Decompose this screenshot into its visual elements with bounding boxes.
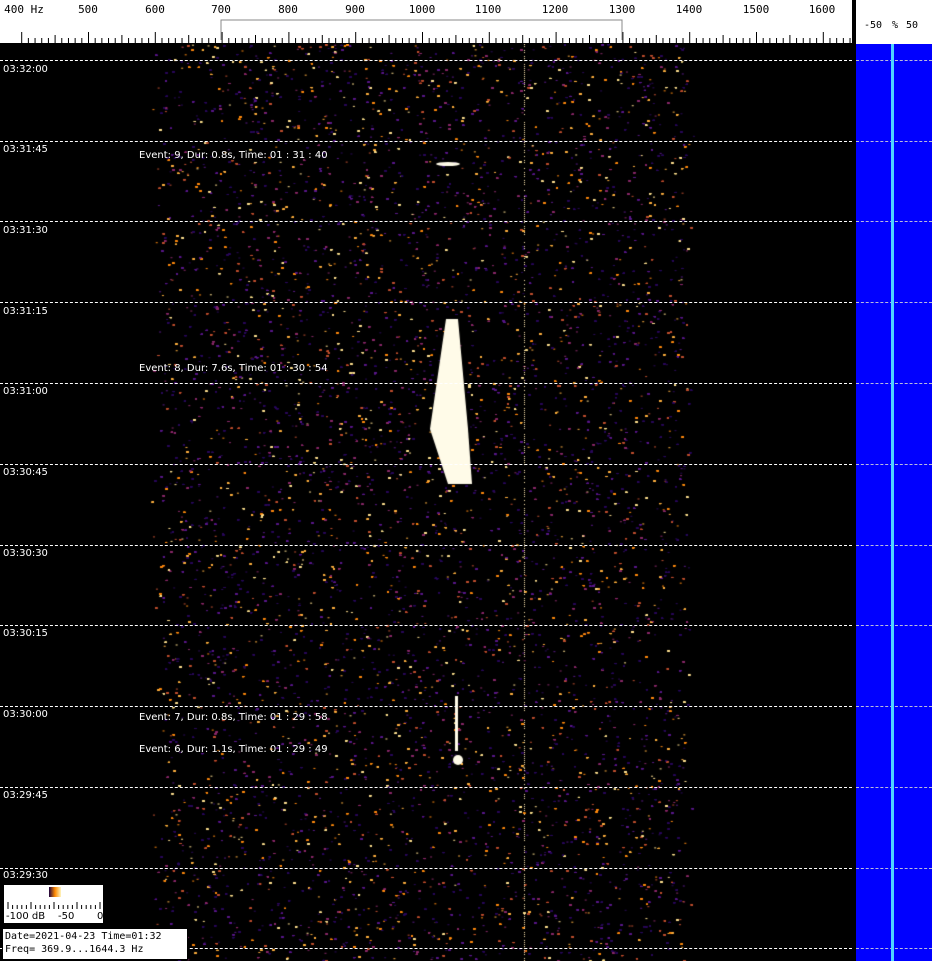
freq-label: 1600 bbox=[808, 3, 836, 16]
level-panel-header: -50 % 50 bbox=[856, 0, 932, 44]
time-label: 03:31:00 bbox=[3, 386, 48, 397]
info-box: Date=2021-04-23 Time=01:32 Freq= 369.9..… bbox=[2, 928, 188, 960]
time-label: 03:30:15 bbox=[3, 628, 48, 639]
time-gridline bbox=[0, 787, 852, 788]
level-panel bbox=[856, 44, 932, 961]
time-label: 03:32:00 bbox=[3, 64, 48, 75]
legend-mid: -50 bbox=[58, 911, 75, 922]
time-label: 03:30:45 bbox=[3, 467, 48, 478]
time-gridline bbox=[0, 141, 852, 142]
level-gridline bbox=[856, 60, 932, 61]
freq-label: 500 bbox=[78, 3, 98, 16]
freq-label: 1300 bbox=[608, 3, 636, 16]
event-label: Event: 8, Dur: 7.6s, Time: 01 : 30 : 54 bbox=[139, 363, 328, 374]
time-label: 03:30:00 bbox=[3, 709, 48, 720]
time-gridline bbox=[0, 706, 852, 707]
time-label: 03:31:30 bbox=[3, 225, 48, 236]
freq-label: 700 bbox=[211, 3, 231, 16]
time-gridline bbox=[0, 302, 852, 303]
time-gridline bbox=[0, 60, 852, 61]
time-gridline bbox=[0, 464, 852, 465]
event-label: Event: 9, Dur: 0.8s, Time: 01 : 31 : 40 bbox=[139, 150, 328, 161]
freq-label: 900 bbox=[345, 3, 365, 16]
time-label: 03:29:45 bbox=[3, 790, 48, 801]
time-label: 03:31:15 bbox=[3, 306, 48, 317]
legend-min: -100 dB bbox=[6, 911, 46, 922]
level-trace bbox=[891, 44, 894, 961]
spectrogram-canvas bbox=[0, 44, 852, 961]
freq-label: 1500 bbox=[742, 3, 770, 16]
freq-label: 1400 bbox=[675, 3, 703, 16]
level-gridline bbox=[856, 625, 932, 626]
freq-label: 1000 bbox=[408, 3, 436, 16]
level-gridline bbox=[856, 464, 932, 465]
freq-label: 1100 bbox=[474, 3, 502, 16]
db-legend: -100 dB -50 0 bbox=[3, 884, 104, 924]
time-gridline bbox=[0, 868, 852, 869]
level-gridline bbox=[856, 221, 932, 222]
time-label: 03:30:30 bbox=[3, 548, 48, 559]
time-label: 03:29:30 bbox=[3, 870, 48, 881]
level-gridline bbox=[856, 545, 932, 546]
level-label-max: 50 bbox=[906, 20, 919, 31]
time-gridline bbox=[0, 383, 852, 384]
level-label-min: -50 bbox=[864, 20, 883, 31]
freq-label-400: 400 Hz bbox=[4, 3, 44, 16]
freq-label: 800 bbox=[278, 3, 298, 16]
level-label-percent: % bbox=[892, 20, 899, 31]
level-gridline bbox=[856, 706, 932, 707]
event-label: Event: 7, Dur: 0.8s, Time: 01 : 29 : 58 bbox=[139, 712, 328, 723]
spectrogram-waterfall[interactable]: 03:32:00 03:31:45 03:31:30 03:31:15 03:3… bbox=[0, 44, 852, 961]
level-gridline bbox=[856, 302, 932, 303]
level-gridline bbox=[856, 141, 932, 142]
time-gridline bbox=[0, 625, 852, 626]
time-gridline bbox=[0, 221, 852, 222]
time-label: 03:31:45 bbox=[3, 144, 48, 155]
legend-max: 0 bbox=[97, 911, 104, 922]
freq-label: 600 bbox=[145, 3, 165, 16]
info-date-time: Date=2021-04-23 Time=01:32 bbox=[5, 931, 162, 942]
level-gridline bbox=[856, 868, 932, 869]
event-label: Event: 6, Dur: 1.1s, Time: 01 : 29 : 49 bbox=[139, 744, 328, 755]
level-gridline bbox=[856, 948, 932, 949]
level-gridline bbox=[856, 383, 932, 384]
info-freq-range: Freq= 369.9...1644.3 Hz bbox=[5, 944, 144, 955]
level-gridline bbox=[856, 787, 932, 788]
freq-label: 1200 bbox=[541, 3, 569, 16]
frequency-ruler: 400 Hz 500 600 700 800 900 1000 1100 120… bbox=[0, 0, 852, 44]
time-gridline bbox=[0, 545, 852, 546]
